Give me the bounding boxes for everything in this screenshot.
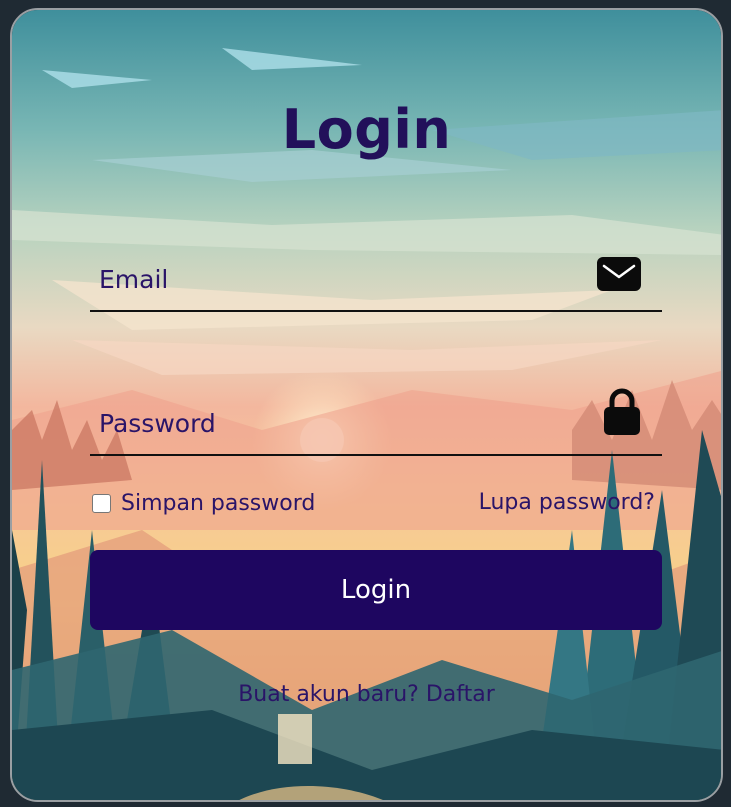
email-field[interactable]: Email	[90, 248, 662, 312]
login-button[interactable]: Login	[90, 550, 662, 630]
remember-checkbox[interactable]	[92, 493, 111, 513]
email-label: Email	[99, 265, 169, 294]
forgot-password-link[interactable]: Lupa password?	[479, 490, 655, 515]
signup-link[interactable]: Buat akun baru? Daftar	[12, 682, 721, 707]
remember-label: Simpan password	[121, 490, 316, 516]
lock-icon	[602, 388, 642, 440]
password-label: Password	[99, 409, 216, 438]
remember-password[interactable]: Simpan password	[92, 488, 315, 518]
password-field[interactable]: Password	[90, 388, 662, 456]
page-title: Login	[281, 98, 452, 161]
envelope-icon	[596, 256, 642, 296]
login-card: Login Email Password Simpan password Lup…	[10, 8, 723, 802]
